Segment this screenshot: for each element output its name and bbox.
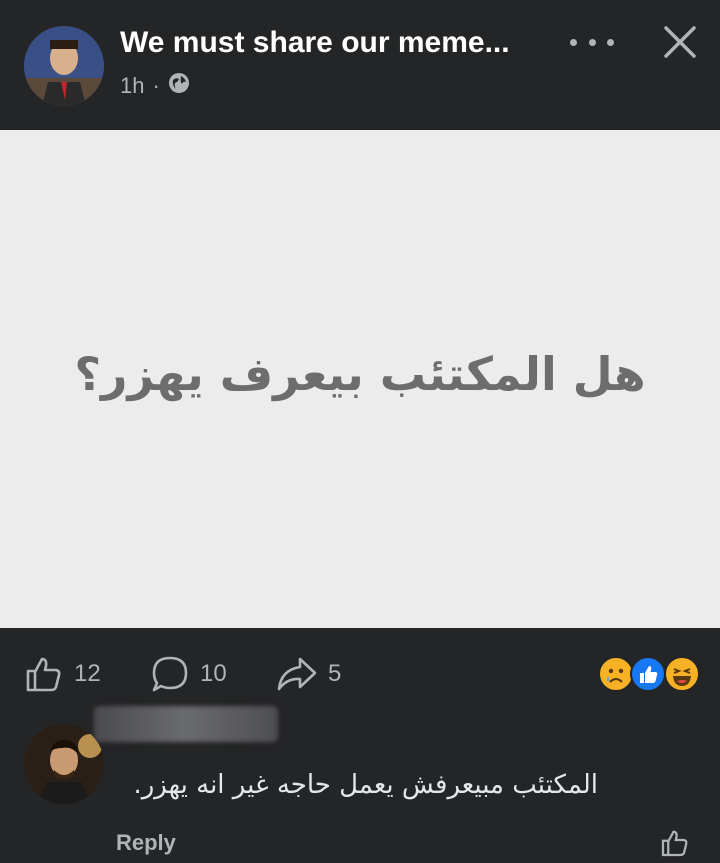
comment-bubble-icon (152, 656, 188, 692)
haha-reaction-icon (664, 656, 700, 692)
reactions-summary[interactable] (598, 656, 702, 692)
meme-text: هل المكتئب بيعرف يهزر؟ (74, 347, 646, 401)
share-count: 5 (328, 660, 342, 687)
meme-image[interactable]: هل المكتئب بيعرف يهزر؟ (0, 130, 720, 628)
like-reaction-icon (630, 656, 666, 692)
meta-separator: · (152, 73, 160, 98)
comment-author-name-redacted (94, 706, 278, 742)
close-icon[interactable] (660, 22, 700, 62)
post-header: We must share our meme... 1h · (0, 0, 720, 130)
globe-icon (168, 72, 190, 100)
group-avatar[interactable] (24, 26, 104, 106)
sad-reaction-icon (598, 656, 634, 692)
more-dots-icon[interactable] (570, 30, 614, 54)
comment-count: 10 (200, 660, 227, 687)
share-button[interactable]: 5 (276, 654, 341, 694)
reply-link[interactable]: Reply (116, 830, 176, 856)
comment-like-icon[interactable] (660, 828, 690, 858)
comment-text: المكتئب مبيعرفش يعمل حاجه غير انه يهزر. (133, 770, 598, 800)
group-title[interactable]: We must share our meme... (120, 26, 510, 60)
comment-button[interactable]: 10 (150, 654, 227, 694)
post-actions-bar: 12 10 5 (0, 640, 720, 710)
post-time[interactable]: 1h (120, 73, 144, 99)
post-meta: 1h · (120, 72, 190, 100)
like-button[interactable]: 12 (24, 654, 101, 694)
share-arrow-icon (277, 657, 317, 691)
thumbs-up-icon (26, 657, 61, 692)
comment-author-avatar[interactable] (24, 724, 104, 804)
like-count: 12 (74, 660, 101, 687)
